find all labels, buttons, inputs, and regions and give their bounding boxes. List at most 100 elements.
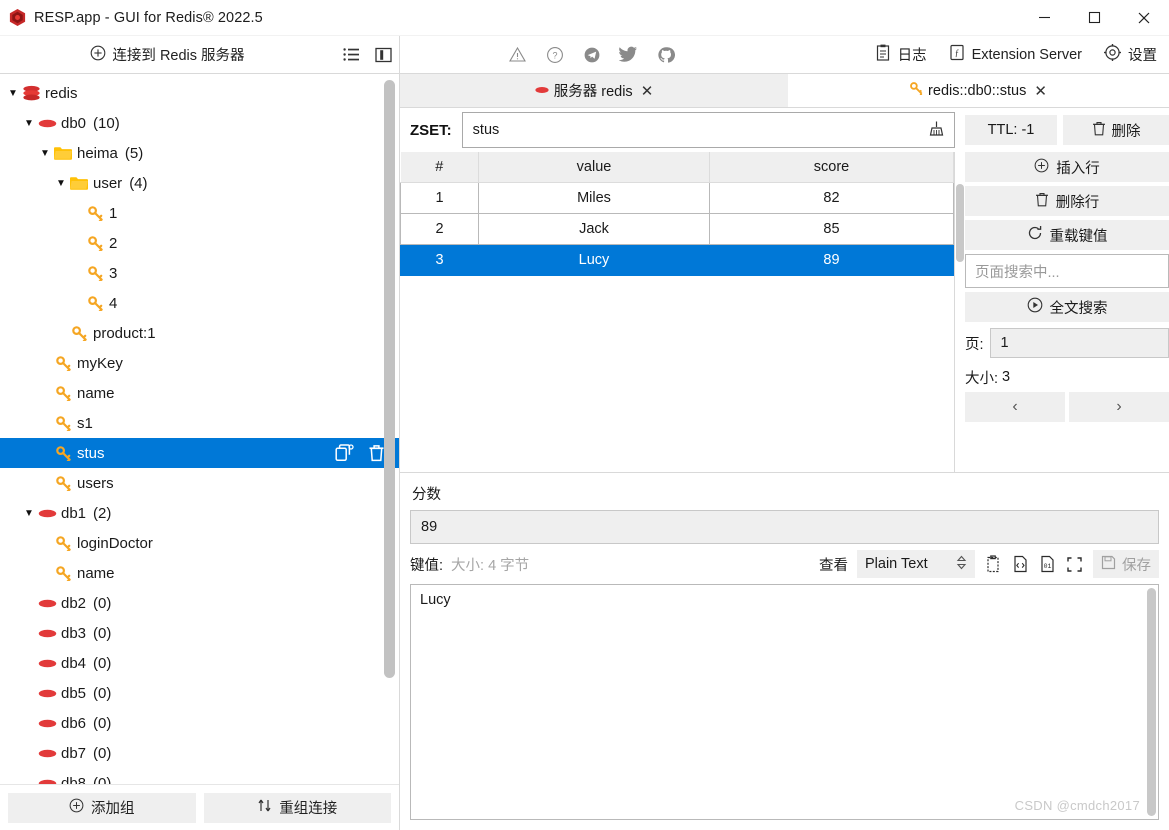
- delete-row-button[interactable]: 删除行: [965, 186, 1169, 216]
- prev-page-button[interactable]: ‹: [965, 392, 1065, 422]
- tree-item-label: name: [77, 564, 115, 582]
- tree-item[interactable]: 4: [0, 288, 399, 318]
- tree-item[interactable]: users: [0, 468, 399, 498]
- tree-scrollbar[interactable]: [384, 80, 395, 776]
- close-icon[interactable]: ✕: [641, 82, 654, 100]
- code-file-icon[interactable]: [1011, 555, 1030, 574]
- tree-item[interactable]: ▼ user (4): [0, 168, 399, 198]
- cell-index[interactable]: 1: [400, 181, 479, 214]
- settings-button[interactable]: 设置: [1104, 44, 1157, 65]
- delete-key-icon[interactable]: [368, 444, 385, 462]
- tree-item-selected[interactable]: stus: [0, 438, 399, 468]
- table-row[interactable]: 1 Miles 82: [400, 181, 954, 214]
- insert-row-button[interactable]: 插入行: [965, 152, 1169, 182]
- cell-value[interactable]: Miles: [478, 181, 710, 214]
- column-header-score[interactable]: score: [709, 152, 954, 183]
- textarea-scrollbar-thumb[interactable]: [1147, 588, 1156, 816]
- reload-key-button[interactable]: 重载键值: [965, 220, 1169, 250]
- table-row[interactable]: 2 Jack 85: [400, 212, 954, 245]
- key-name-input[interactable]: stus: [461, 112, 955, 148]
- expand-arrow-icon[interactable]: ▼: [6, 88, 20, 99]
- tree-item[interactable]: ▼ heima (5): [0, 138, 399, 168]
- tree-item[interactable]: 1: [0, 198, 399, 228]
- tree-item[interactable]: db4 (0): [0, 648, 399, 678]
- key-icon: [52, 565, 74, 581]
- broom-icon[interactable]: [927, 120, 944, 141]
- db-icon: [535, 83, 549, 99]
- close-button[interactable]: [1119, 0, 1169, 36]
- tree-item[interactable]: db6 (0): [0, 708, 399, 738]
- maximize-button[interactable]: [1069, 0, 1119, 36]
- save-button[interactable]: 保存: [1093, 550, 1159, 578]
- value-text: Lucy: [420, 592, 451, 608]
- textarea-scrollbar[interactable]: [1147, 588, 1156, 816]
- tree-item[interactable]: db3 (0): [0, 618, 399, 648]
- expand-arrow-icon[interactable]: ▼: [22, 508, 36, 519]
- twitter-icon[interactable]: [619, 45, 638, 64]
- github-icon[interactable]: [656, 45, 675, 64]
- fulltext-search-button[interactable]: 全文搜索: [965, 292, 1169, 322]
- tree-scrollbar-thumb[interactable]: [384, 80, 395, 678]
- tree-item[interactable]: ▼ db1 (2): [0, 498, 399, 528]
- view-format-select[interactable]: Plain Text: [857, 550, 975, 578]
- warning-icon[interactable]: [508, 45, 527, 64]
- tree-item[interactable]: s1: [0, 408, 399, 438]
- page-search-input[interactable]: 页面搜索中...: [965, 254, 1169, 288]
- tree-item[interactable]: db2 (0): [0, 588, 399, 618]
- copy-key-icon[interactable]: [335, 444, 354, 462]
- connect-to-redis-button[interactable]: 连接到 Redis 服务器: [0, 36, 335, 73]
- column-header-index[interactable]: #: [400, 152, 479, 183]
- cell-score[interactable]: 89: [709, 243, 954, 276]
- close-icon[interactable]: ✕: [1034, 82, 1047, 100]
- tab-server-redis[interactable]: 服务器 redis ✕: [400, 74, 788, 107]
- tree-item[interactable]: db7 (0): [0, 738, 399, 768]
- reorder-connections-button[interactable]: 重组连接: [203, 792, 391, 823]
- tree-item[interactable]: name: [0, 378, 399, 408]
- page-input[interactable]: 1: [989, 328, 1169, 358]
- tree-item[interactable]: ▼ db0 (10): [0, 108, 399, 138]
- expand-arrow-icon[interactable]: ▼: [22, 118, 36, 129]
- split-panel-icon[interactable]: [367, 36, 399, 73]
- value-textarea[interactable]: Lucy CSDN @cmdch2017: [410, 584, 1159, 820]
- tree-item[interactable]: ▼ redis: [0, 78, 399, 108]
- cell-score[interactable]: 85: [709, 212, 954, 245]
- tree-item[interactable]: loginDoctor: [0, 528, 399, 558]
- table-scrollbar-thumb[interactable]: [956, 184, 964, 262]
- tree-item[interactable]: myKey: [0, 348, 399, 378]
- telegram-icon[interactable]: [582, 45, 601, 64]
- cell-value[interactable]: Jack: [478, 212, 710, 245]
- cell-index[interactable]: 3: [400, 243, 479, 276]
- tree-item[interactable]: name: [0, 558, 399, 588]
- key-icon: [84, 205, 106, 221]
- tree-item[interactable]: 3: [0, 258, 399, 288]
- column-header-value[interactable]: value: [478, 152, 710, 183]
- table-scrollbar[interactable]: [955, 152, 965, 472]
- tree-item[interactable]: db5 (0): [0, 678, 399, 708]
- expand-arrow-icon[interactable]: ▼: [38, 148, 52, 159]
- delete-key-button[interactable]: 删除: [1063, 115, 1169, 145]
- clipboard-icon[interactable]: [984, 555, 1003, 574]
- binary-file-icon[interactable]: 01: [1038, 555, 1057, 574]
- table-row-selected[interactable]: 3 Lucy 89: [400, 243, 954, 276]
- toolbar-actions: 日志 ƒ Extension Server 设置: [875, 44, 1169, 65]
- add-group-button[interactable]: 添加组: [8, 792, 196, 823]
- tree-item[interactable]: db8 (0): [0, 768, 399, 784]
- minimize-button[interactable]: [1019, 0, 1069, 36]
- help-icon[interactable]: ?: [545, 45, 564, 64]
- fullscreen-icon[interactable]: [1065, 555, 1084, 574]
- svg-text:ƒ: ƒ: [954, 48, 959, 58]
- size-value: 3: [1002, 369, 1011, 385]
- cell-value[interactable]: Lucy: [478, 243, 710, 276]
- expand-arrow-icon[interactable]: ▼: [54, 178, 68, 189]
- cell-index[interactable]: 2: [400, 212, 479, 245]
- cell-score[interactable]: 82: [709, 181, 954, 214]
- tree-item[interactable]: product:1: [0, 318, 399, 348]
- score-input[interactable]: 89: [410, 510, 1159, 544]
- log-button[interactable]: 日志: [875, 44, 927, 65]
- extension-server-button[interactable]: ƒ Extension Server: [949, 44, 1082, 65]
- db-icon: [36, 508, 58, 519]
- next-page-button[interactable]: ›: [1069, 392, 1169, 422]
- tree-item[interactable]: 2: [0, 228, 399, 258]
- tab-redis-db0-stus[interactable]: redis::db0::stus ✕: [788, 74, 1169, 107]
- list-icon[interactable]: [335, 36, 367, 73]
